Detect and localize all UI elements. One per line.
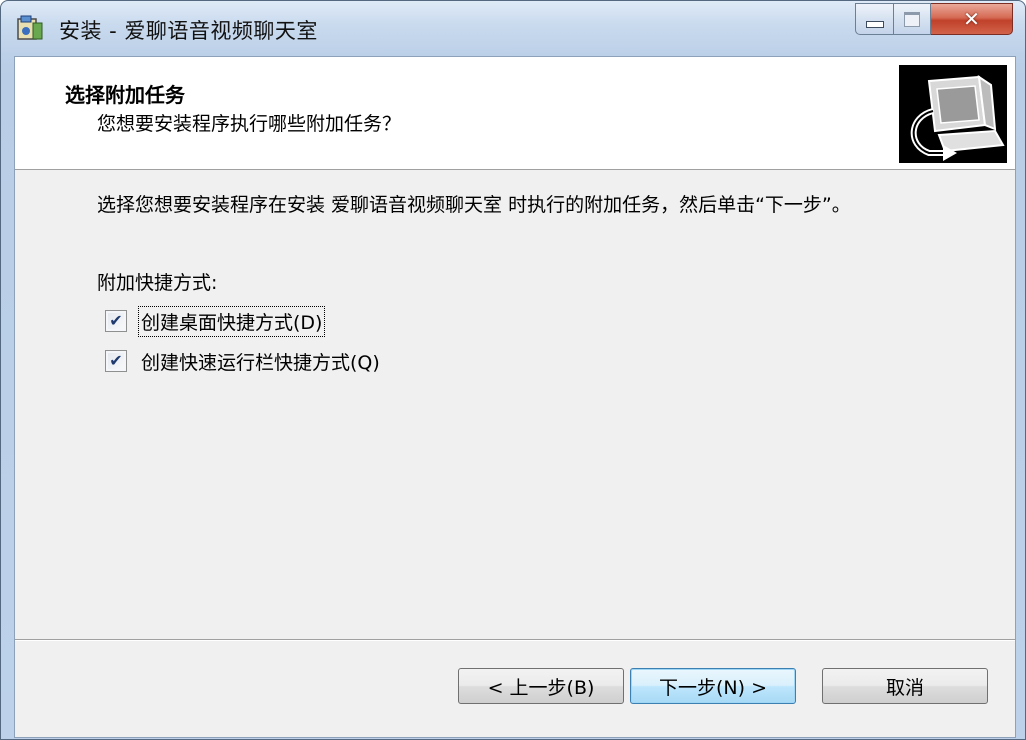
quicklaunch-shortcut-label[interactable]: 创建快速运行栏快捷方式(Q): [139, 347, 382, 376]
maximize-button[interactable]: [893, 3, 931, 35]
wizard-client-area: 选择附加任务 您想要安装程序执行哪些附加任务？ 选择您想要安装程序在安装 爱聊语…: [14, 56, 1016, 738]
shortcut-group-label: 附加快捷方式:: [97, 272, 218, 294]
checkmark-icon: ✔: [109, 311, 123, 330]
quicklaunch-shortcut-checkbox[interactable]: ✔: [105, 350, 127, 372]
close-button[interactable]: ✕: [931, 3, 1013, 35]
footer-divider: [15, 639, 1015, 641]
page-title: 选择附加任务: [65, 83, 185, 107]
desktop-shortcut-option[interactable]: ✔ 创建桌面快捷方式(D): [105, 305, 326, 337]
installer-app-icon: [17, 15, 43, 40]
desktop-shortcut-label[interactable]: 创建桌面快捷方式(D): [137, 305, 326, 337]
cancel-button[interactable]: 取消: [822, 668, 988, 704]
quicklaunch-shortcut-option[interactable]: ✔ 创建快速运行栏快捷方式(Q): [105, 347, 382, 375]
minimize-icon: [865, 20, 884, 28]
close-icon: ✕: [963, 7, 980, 31]
window-title: 安装 - 爱聊语音视频聊天室: [59, 19, 318, 43]
page-subtitle: 您想要安装程序执行哪些附加任务？: [97, 113, 402, 135]
computer-install-icon: [899, 65, 1007, 163]
desktop-shortcut-checkbox[interactable]: ✔: [105, 310, 127, 332]
minimize-button[interactable]: [855, 3, 893, 35]
checkmark-icon: ✔: [109, 351, 123, 370]
back-button[interactable]: < 上一步(B): [458, 668, 624, 704]
next-button[interactable]: 下一步(N) >: [630, 668, 796, 704]
task-description: 选择您想要安装程序在安装 爱聊语音视频聊天室 时执行的附加任务，然后单击“下一步…: [97, 194, 851, 216]
installer-window: 安装 - 爱聊语音视频聊天室 ✕ 选择附加任务 您想要安装程序执行哪些附加任务？: [0, 0, 1026, 740]
maximize-icon: [904, 11, 920, 27]
wizard-header: 选择附加任务 您想要安装程序执行哪些附加任务？: [15, 57, 1015, 170]
title-bar[interactable]: 安装 - 爱聊语音视频聊天室 ✕: [1, 1, 1025, 55]
window-controls: ✕: [855, 3, 1013, 37]
